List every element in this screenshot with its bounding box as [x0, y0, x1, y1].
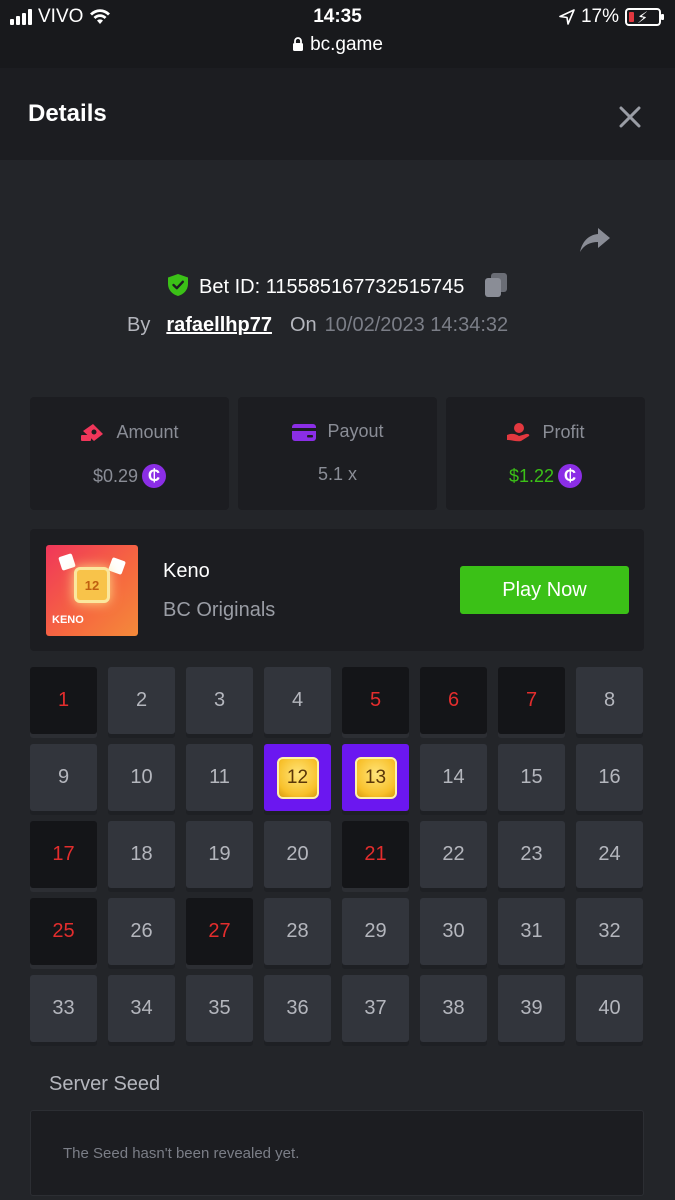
keno-cell: 21	[342, 821, 409, 888]
bet-id-row: Bet ID: 115585167732515745	[0, 272, 675, 299]
keno-cell: 40	[576, 975, 643, 1042]
dice-icon	[58, 553, 76, 571]
play-now-button[interactable]: Play Now	[460, 566, 629, 614]
address-bar[interactable]: bc.game	[0, 34, 675, 56]
profit-value: $1.22	[508, 465, 555, 486]
amount-card: Amount $0.29 ₵	[30, 397, 229, 510]
keno-cell: 2	[108, 667, 175, 734]
keno-cell: 3	[186, 667, 253, 734]
by-label: By	[127, 314, 151, 336]
details-header: Details	[0, 68, 675, 160]
bet-id: Bet ID: 115585167732515745	[199, 276, 465, 298]
keno-cell: 22	[420, 821, 487, 888]
keno-cell: 16	[576, 744, 643, 811]
keno-cell: 34	[108, 975, 175, 1042]
keno-cell: 38	[420, 975, 487, 1042]
keno-cell: 28	[264, 898, 331, 965]
battery-percent: 17%	[580, 6, 619, 27]
shield-check-icon	[168, 274, 188, 296]
thumbnail-label: KENO	[52, 614, 84, 626]
keno-cell: 7	[498, 667, 565, 734]
keno-cell: 25	[30, 898, 97, 965]
gem-icon: 12	[276, 756, 319, 799]
profit-card: Profit $1.22 ₵	[446, 397, 645, 510]
game-card: 12 KENO Keno BC Originals Play Now	[30, 529, 644, 651]
keno-cell: 37	[342, 975, 409, 1042]
battery-icon: ⚡	[625, 8, 664, 27]
keno-cell: 36	[264, 975, 331, 1042]
card-icon	[292, 423, 317, 441]
keno-cell: 5	[342, 667, 409, 734]
keno-cell: 17	[30, 821, 97, 888]
keno-cell: 29	[342, 898, 409, 965]
keno-cell: 24	[576, 821, 643, 888]
keno-cell: 27	[186, 898, 253, 965]
profit-label: Profit	[542, 421, 585, 442]
url-text: bc.game	[310, 34, 383, 55]
payout-card: Payout 5.1 x	[238, 397, 437, 510]
game-name: Keno	[163, 560, 210, 582]
amount-value: $0.29	[92, 465, 139, 486]
username-link[interactable]: rafaellhp77	[166, 314, 272, 336]
server-seed-message: The Seed hasn't been revealed yet.	[63, 1145, 300, 1162]
server-seed-box: The Seed hasn't been revealed yet.	[30, 1110, 644, 1196]
keno-cell: 31	[498, 898, 565, 965]
game-provider: BC Originals	[163, 599, 276, 621]
coin-icon: ₵	[558, 464, 583, 488]
copy-icon[interactable]	[484, 272, 508, 298]
keno-cell: 11	[186, 744, 253, 811]
gem-icon: 12	[74, 567, 110, 603]
amount-label: Amount	[116, 421, 179, 442]
money-bag-icon	[81, 424, 104, 441]
keno-cell: 32	[576, 898, 643, 965]
keno-cell: 19	[186, 821, 253, 888]
hand-coin-icon	[507, 423, 530, 442]
keno-cell: 14	[420, 744, 487, 811]
keno-cell: 35	[186, 975, 253, 1042]
keno-cell: 4	[264, 667, 331, 734]
keno-cell: 26	[108, 898, 175, 965]
server-seed-title: Server Seed	[49, 1073, 161, 1095]
bet-date: 10/02/2023 14:34:32	[324, 314, 509, 336]
keno-thumbnail[interactable]: 12 KENO	[46, 545, 138, 636]
keno-cell: 23	[498, 821, 565, 888]
status-right: 17% ⚡	[559, 6, 664, 28]
keno-cell: 33	[30, 975, 97, 1042]
lock-icon	[293, 37, 304, 51]
bet-meta-row: By rafaellhp77 On 10/02/2023 14:34:32	[127, 314, 508, 337]
payout-label: Payout	[327, 421, 384, 441]
keno-cell: 15	[498, 744, 565, 811]
page-title: Details	[28, 100, 107, 127]
keno-cell: 20	[264, 821, 331, 888]
keno-cell: 1	[30, 667, 97, 734]
share-icon[interactable]	[578, 224, 612, 256]
keno-cell: 30	[420, 898, 487, 965]
keno-cell: 39	[498, 975, 565, 1042]
dice-icon	[108, 557, 126, 575]
keno-cell: 8	[576, 667, 643, 734]
coin-icon: ₵	[142, 464, 167, 488]
close-icon[interactable]	[615, 102, 645, 132]
keno-cell: 13	[342, 744, 409, 811]
keno-cell: 12	[264, 744, 331, 811]
on-label: On	[289, 314, 317, 336]
keno-cell: 18	[108, 821, 175, 888]
keno-cell: 10	[108, 744, 175, 811]
payout-value: 5.1 x	[317, 464, 358, 484]
keno-cell: 6	[420, 667, 487, 734]
keno-cell: 9	[30, 744, 97, 811]
location-arrow-icon	[559, 9, 575, 25]
status-bar: VIVO 14:35 bc.game 17% ⚡	[0, 0, 675, 68]
gem-icon: 13	[354, 756, 397, 799]
